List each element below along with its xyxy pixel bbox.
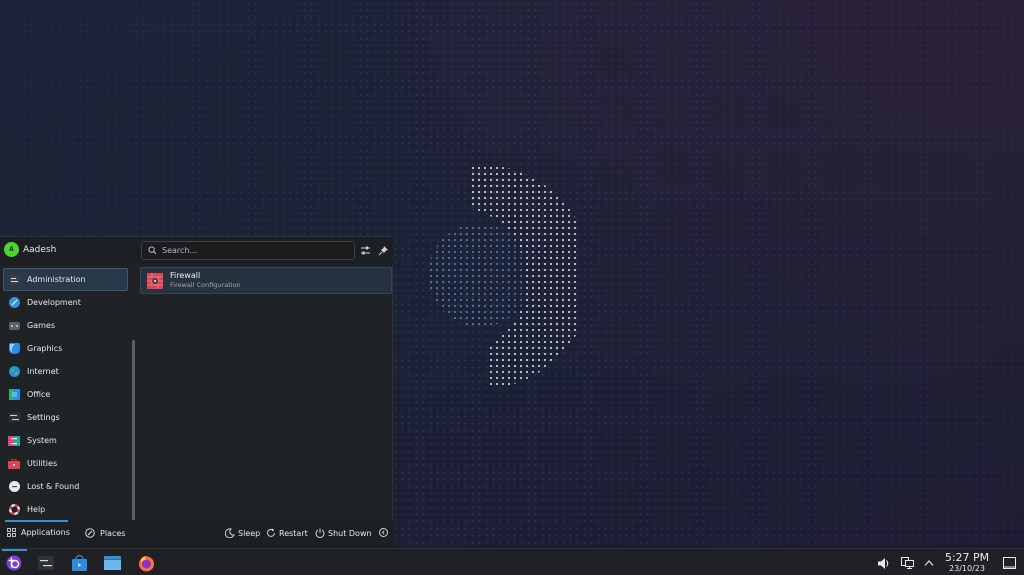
result-item-firewall[interactable]: Firewall Firewall Configuration	[140, 267, 392, 294]
category-system[interactable]: System	[3, 429, 128, 452]
category-development[interactable]: Development	[3, 291, 128, 314]
avatar[interactable]: A	[4, 242, 19, 257]
category-label: Development	[27, 298, 81, 307]
category-utilities[interactable]: Utilities	[3, 452, 128, 475]
category-label: Internet	[27, 367, 59, 376]
category-label: Settings	[27, 413, 60, 422]
result-subtitle: Firewall Configuration	[170, 281, 241, 289]
chevron-up-icon	[924, 560, 934, 566]
wallpaper-logo	[428, 164, 593, 393]
launcher-header: A Aadesh	[0, 237, 393, 265]
firefox-icon	[138, 555, 154, 571]
category-settings[interactable]: Settings	[3, 406, 128, 429]
administration-icon	[8, 274, 20, 286]
volume-icon	[878, 557, 889, 569]
shutdown-label: Shut Down	[328, 528, 372, 538]
show-desktop-button[interactable]	[999, 553, 1019, 573]
sleep-label: Sleep	[238, 528, 261, 538]
discover-button[interactable]	[69, 553, 89, 573]
firefox-button[interactable]	[136, 553, 156, 573]
discover-store-icon	[71, 555, 87, 571]
search-input[interactable]	[162, 246, 342, 255]
app-launcher-button[interactable]	[4, 553, 24, 573]
lost-found-icon	[8, 481, 20, 493]
restart-label: Restart	[279, 528, 308, 538]
graphics-icon	[8, 343, 20, 355]
pin-button[interactable]	[377, 244, 390, 257]
results-list: Firewall Firewall Configuration	[139, 266, 393, 520]
chevron-left-circle-icon	[379, 528, 388, 537]
category-label: Help	[27, 505, 46, 514]
category-label: Graphics	[27, 344, 63, 353]
firewall-icon	[147, 272, 163, 289]
folder-icon	[103, 556, 121, 570]
sleep-button[interactable]: Sleep	[225, 528, 260, 538]
volume-button[interactable]	[874, 553, 894, 573]
category-label: Administration	[27, 275, 86, 284]
app-launcher-icon	[6, 555, 22, 571]
sleep-icon	[225, 528, 235, 538]
pin-icon	[378, 246, 388, 256]
category-games[interactable]: Games	[3, 314, 128, 337]
restart-icon	[267, 528, 275, 537]
tab-applications[interactable]: Applications	[7, 528, 70, 537]
settings-icon	[8, 412, 20, 424]
system-settings-icon	[38, 556, 54, 570]
launcher-footer: Applications Places Sleep Restart Shut D…	[0, 520, 393, 549]
games-icon	[8, 320, 20, 332]
tab-label: Applications	[21, 528, 70, 537]
user-profile[interactable]: A Aadesh	[4, 242, 56, 257]
grid-icon	[7, 528, 16, 537]
launcher-active-indicator	[2, 549, 27, 551]
category-label: System	[27, 436, 57, 445]
digital-clock[interactable]: 5:27 PM 23/10/23	[942, 551, 992, 574]
category-help[interactable]: Help	[3, 498, 128, 521]
utilities-icon	[8, 458, 20, 470]
category-scrollbar[interactable]	[132, 340, 135, 545]
compass-icon	[85, 528, 95, 538]
system-settings-button[interactable]	[36, 553, 56, 573]
active-tab-indicator	[5, 520, 68, 522]
shutdown-button[interactable]: Shut Down	[315, 528, 372, 538]
restart-button[interactable]: Restart	[266, 528, 308, 538]
search-field[interactable]	[141, 241, 355, 260]
configure-button[interactable]	[359, 244, 372, 257]
clock-time: 5:27 PM	[944, 551, 990, 564]
result-title: Firewall	[170, 271, 201, 280]
user-name: Aadesh	[23, 244, 57, 255]
taskbar: 5:27 PM 23/10/23	[0, 548, 1024, 575]
tab-places[interactable]: Places	[85, 528, 125, 538]
leave-more-button[interactable]	[379, 528, 388, 537]
sliders-icon	[361, 246, 370, 255]
office-icon	[8, 389, 20, 401]
internet-icon	[8, 366, 20, 378]
category-office[interactable]: Office	[3, 383, 128, 406]
search-icon	[148, 246, 157, 255]
application-launcher: A Aadesh Administration Development Game…	[0, 236, 393, 549]
help-icon	[8, 504, 20, 516]
clock-date: 23/10/23	[949, 564, 985, 573]
tab-label: Places	[100, 528, 126, 538]
category-list: Administration Development Games Graphic…	[0, 266, 138, 545]
show-desktop-icon	[1002, 557, 1016, 569]
category-graphics[interactable]: Graphics	[3, 337, 128, 360]
system-icon	[8, 435, 20, 447]
category-label: Utilities	[27, 459, 58, 468]
network-wired-icon	[900, 557, 914, 569]
category-label: Lost & Found	[27, 482, 80, 491]
network-button[interactable]	[897, 553, 917, 573]
category-label: Games	[27, 321, 55, 330]
category-label: Office	[27, 390, 51, 399]
category-administration[interactable]: Administration	[3, 268, 128, 291]
category-lost-found[interactable]: Lost & Found	[3, 475, 128, 498]
development-icon	[8, 297, 20, 309]
file-manager-button[interactable]	[102, 553, 122, 573]
category-internet[interactable]: Internet	[3, 360, 128, 383]
power-icon	[315, 528, 325, 538]
show-hidden-icons-button[interactable]	[919, 553, 939, 573]
